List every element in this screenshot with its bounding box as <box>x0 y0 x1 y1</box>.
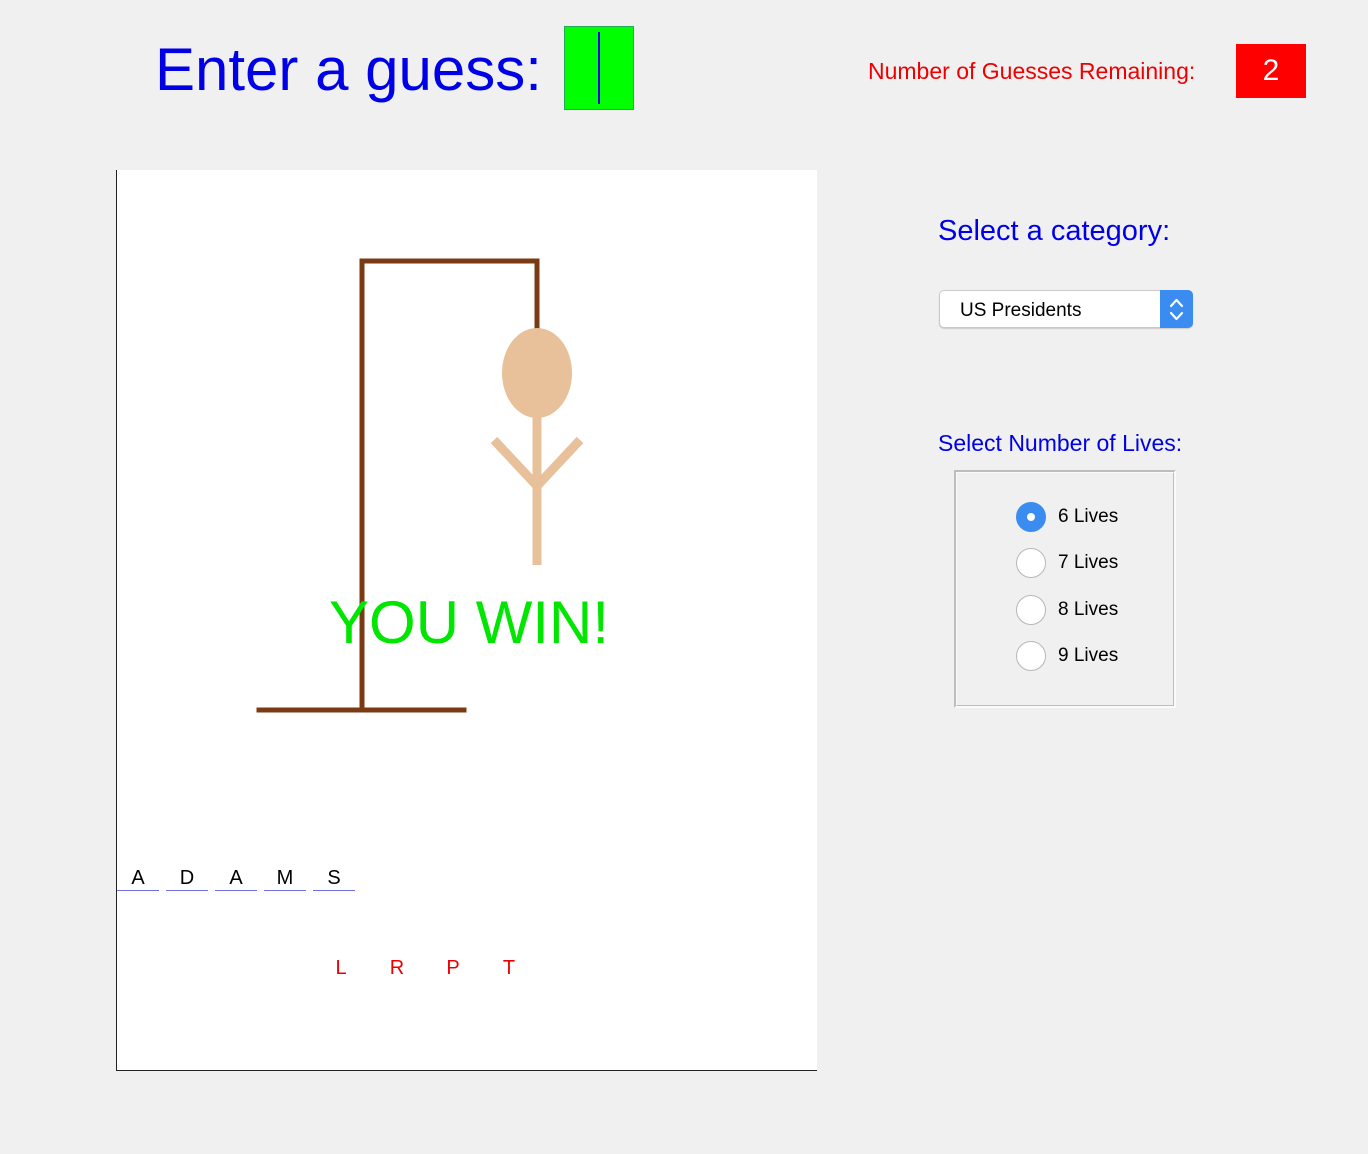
wrong-letter: L <box>335 957 347 979</box>
word-letter: D <box>166 866 208 891</box>
radio-button[interactable] <box>1016 548 1046 578</box>
chevron-updown-icon <box>1169 298 1184 321</box>
radio-button[interactable] <box>1016 595 1046 625</box>
word-letter: A <box>215 866 257 891</box>
category-select[interactable]: US Presidents <box>939 290 1193 328</box>
win-message: YOU WIN! <box>329 589 609 656</box>
lives-radio-group: 6 Lives 7 Lives 8 Lives 9 Lives <box>954 470 1176 708</box>
wrong-letters: L R P T <box>327 956 551 980</box>
radio-option-7-lives[interactable]: 7 Lives <box>1016 546 1118 580</box>
lives-label: Select Number of Lives: <box>938 430 1183 456</box>
word-letter: A <box>117 866 159 891</box>
wrong-letter: R <box>389 957 405 979</box>
radio-label: 6 Lives <box>1058 506 1119 527</box>
word-letter: M <box>264 866 306 891</box>
hangman-figure <box>490 328 584 565</box>
figure-left-arm <box>490 436 541 490</box>
radio-label: 9 Lives <box>1058 645 1119 666</box>
category-label: Select a category: <box>938 215 1171 247</box>
select-arrows[interactable] <box>1160 290 1193 328</box>
text-caret <box>598 32 600 104</box>
word-letter: S <box>313 866 355 891</box>
guess-label: Enter a guess: <box>155 36 542 103</box>
word-slots: A D A M S <box>117 866 362 891</box>
category-selected-value: US Presidents <box>960 300 1082 321</box>
figure-head <box>502 328 572 418</box>
radio-option-9-lives[interactable]: 9 Lives <box>1016 639 1118 673</box>
radio-option-8-lives[interactable]: 8 Lives <box>1016 593 1118 627</box>
radio-label: 8 Lives <box>1058 599 1119 620</box>
radio-button[interactable] <box>1016 502 1046 532</box>
game-canvas: YOU WIN! A D A M S L R P T <box>116 170 817 1071</box>
guesses-remaining-label: Number of Guesses Remaining: <box>868 58 1196 84</box>
figure-right-arm <box>533 436 584 490</box>
radio-label: 7 Lives <box>1058 552 1119 573</box>
radio-option-6-lives[interactable]: 6 Lives <box>1016 500 1118 534</box>
radio-button[interactable] <box>1016 641 1046 671</box>
wrong-letter: T <box>502 957 516 979</box>
wrong-letter: P <box>446 957 460 979</box>
guesses-remaining-value: 2 <box>1236 44 1306 98</box>
